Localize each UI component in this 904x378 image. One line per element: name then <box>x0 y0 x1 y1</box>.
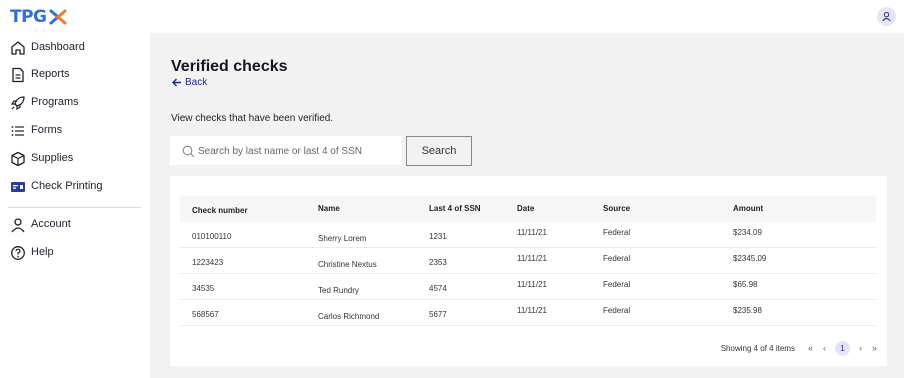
cell-source: Federal <box>603 228 631 237</box>
logo-mark-icon <box>49 9 67 25</box>
logo[interactable]: TPG <box>10 7 67 27</box>
sidebar-item-label: Supplies <box>31 152 74 164</box>
cell-amount: $2345.09 <box>733 254 767 263</box>
sidebar-item-forms[interactable]: Forms <box>0 119 150 143</box>
cell-ssn: 5677 <box>429 310 447 319</box>
sidebar-item-account[interactable]: Account <box>0 213 150 237</box>
pagination-summary: Showing 4 of 4 items <box>720 343 795 353</box>
last-page-icon[interactable]: » <box>872 343 877 353</box>
table-row[interactable]: 010100110 Sherry Lorem 1231 11/11/21 Fed… <box>180 222 876 248</box>
page-number-current[interactable]: 1 <box>834 340 850 356</box>
cell-check-number: 568567 <box>192 310 219 319</box>
sidebar-item-label: Account <box>31 218 71 230</box>
check-printing-icon <box>11 182 25 192</box>
search-input[interactable] <box>198 143 398 159</box>
main-content: Verified checks Back View checks that ha… <box>150 33 904 378</box>
page-title: Verified checks <box>171 58 288 75</box>
sidebar-item-label: Forms <box>31 124 63 136</box>
pagination: Showing 4 of 4 items « ‹ 1 › » <box>721 340 877 356</box>
user-icon <box>882 11 891 22</box>
cell-name: Sherry Lorem <box>318 234 367 243</box>
document-icon <box>12 67 24 83</box>
column-header[interactable]: Amount <box>733 204 763 213</box>
cell-check-number: 010100110 <box>192 232 232 241</box>
cell-ssn: 2353 <box>429 258 447 267</box>
sidebar-item-label: Dashboard <box>31 41 85 53</box>
sidebar-item-label: Help <box>31 246 54 258</box>
cell-check-number: 34535 <box>192 284 215 293</box>
next-page-icon[interactable]: › <box>859 343 862 353</box>
cell-date: 11/11/21 <box>517 228 547 237</box>
column-header[interactable]: Source <box>603 204 630 213</box>
prev-page-icon[interactable]: ‹ <box>823 343 826 353</box>
cell-date: 11/11/21 <box>517 280 547 289</box>
column-header[interactable]: Last 4 of SSN <box>429 204 481 213</box>
search-icon <box>182 145 195 158</box>
sidebar-divider <box>8 207 141 208</box>
column-header[interactable]: Name <box>318 204 340 213</box>
home-icon <box>11 41 25 55</box>
cell-date: 11/11/21 <box>517 254 547 263</box>
arrow-left-icon <box>172 78 181 87</box>
cell-source: Federal <box>603 280 631 289</box>
table-row[interactable]: 1223423 Christine Nextus 2353 11/11/21 F… <box>180 248 876 274</box>
cell-name: Ted Rundry <box>318 286 359 295</box>
first-page-icon[interactable]: « <box>808 343 813 353</box>
search-box <box>170 136 401 165</box>
cell-amount: $65.98 <box>733 280 758 289</box>
cell-name: Christine Nextus <box>318 260 377 269</box>
sidebar-item-label: Reports <box>31 68 70 80</box>
cell-name: Carlos Richmond <box>318 312 380 321</box>
user-menu-button[interactable] <box>877 7 896 26</box>
sidebar-item-label: Check Printing <box>31 180 103 192</box>
table-row[interactable]: 568567 Carlos Richmond 5677 11/11/21 Fed… <box>180 300 876 326</box>
top-bar: TPG <box>0 0 904 33</box>
sidebar-item-dashboard[interactable]: Dashboard <box>0 36 150 60</box>
help-icon <box>11 246 25 260</box>
cell-amount: $235.98 <box>733 306 762 315</box>
sidebar-item-help[interactable]: Help <box>0 241 150 265</box>
cell-date: 11/11/21 <box>517 306 547 315</box>
column-header[interactable]: Check number <box>192 206 248 215</box>
logo-text: TPG <box>10 7 47 27</box>
back-link[interactable]: Back <box>172 77 207 88</box>
column-header[interactable]: Date <box>517 204 534 213</box>
results-card: Check number Name Last 4 of SSN Date Sou… <box>170 176 887 366</box>
cell-source: Federal <box>603 254 631 263</box>
rocket-icon <box>10 96 25 111</box>
cell-ssn: 1231 <box>429 232 447 241</box>
cell-check-number: 1223423 <box>192 258 224 267</box>
sidebar-item-programs[interactable]: Programs <box>0 91 150 115</box>
person-icon <box>11 218 25 233</box>
box-icon <box>11 151 25 167</box>
list-icon <box>11 126 24 136</box>
cell-source: Federal <box>603 306 631 315</box>
sidebar-item-supplies[interactable]: Supplies <box>0 147 150 171</box>
sidebar: Dashboard Reports Programs Forms Supplie… <box>0 33 150 378</box>
cell-amount: $234.09 <box>733 228 762 237</box>
page-description: View checks that have been verified. <box>171 113 334 124</box>
sidebar-item-label: Programs <box>31 96 79 108</box>
cell-ssn: 4574 <box>429 284 447 293</box>
search-button[interactable]: Search <box>406 136 472 166</box>
back-label: Back <box>185 77 208 88</box>
table-row[interactable]: 34535 Ted Rundry 4574 11/11/21 Federal $… <box>180 274 876 300</box>
sidebar-item-reports[interactable]: Reports <box>0 63 150 87</box>
sidebar-item-check-printing[interactable]: Check Printing <box>0 175 150 199</box>
table-header: Check number Name Last 4 of SSN Date Sou… <box>180 196 876 222</box>
